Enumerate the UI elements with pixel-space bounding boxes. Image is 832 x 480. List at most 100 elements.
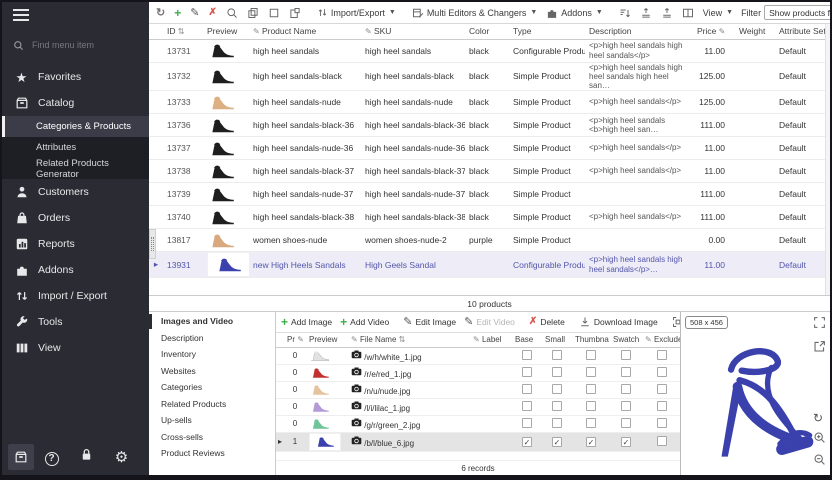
sidebar-item-reports[interactable]: Reports: [2, 231, 149, 257]
checkbox-exclude[interactable]: [657, 401, 667, 411]
collapse-rows-button[interactable]: [658, 5, 676, 21]
column-header-preview[interactable]: Preview: [306, 333, 348, 347]
add-button[interactable]: +: [171, 4, 184, 22]
checkbox-small[interactable]: [552, 350, 562, 360]
checkbox-exclude[interactable]: [657, 350, 667, 360]
copy-button[interactable]: [244, 5, 262, 21]
column-header-attribute-set-name[interactable]: Attribute Set Name: [775, 24, 825, 39]
product-row-13731[interactable]: 13731high heel sandalshigh heel sandalsb…: [149, 39, 825, 62]
footer-catalog-button[interactable]: [8, 444, 34, 470]
tab-related-products[interactable]: Related Products: [149, 396, 275, 413]
delete-button[interactable]: ✗Delete: [526, 315, 568, 329]
search-button[interactable]: [223, 5, 241, 21]
image-row[interactable]: 0 /w/h/white_1.jpg: [276, 347, 682, 364]
column-header-swatch[interactable]: Swatch: [610, 333, 642, 347]
sidebar-search[interactable]: [2, 32, 149, 58]
checkbox-base[interactable]: [522, 418, 532, 428]
add-video-button[interactable]: +Add Video: [337, 314, 392, 330]
checkbox-swatch[interactable]: [621, 350, 631, 360]
checkbox-base[interactable]: [522, 401, 532, 411]
product-row-13737[interactable]: 13737high heel sandals-nude-36high heel …: [149, 137, 825, 160]
menu-view[interactable]: View▼: [700, 6, 736, 20]
checkbox-base[interactable]: [522, 350, 532, 360]
zoom-in-button[interactable]: [813, 431, 826, 449]
menu-search-input[interactable]: [30, 39, 130, 51]
checkbox-thumbnail[interactable]: [586, 367, 596, 377]
column-settings-button[interactable]: [679, 5, 697, 21]
checkbox-swatch[interactable]: ✓: [621, 437, 631, 447]
sidebar-item-addons[interactable]: Addons: [2, 257, 149, 283]
image-row[interactable]: ▸1 /b/l/blue_6.jpg✓✓✓✓: [276, 432, 682, 451]
column-header-preview[interactable]: Preview: [203, 24, 249, 39]
filter-select[interactable]: Show products from selected categories▼: [764, 5, 832, 20]
column-header-id[interactable]: ID ⇅: [163, 24, 203, 39]
checkbox-thumbnail[interactable]: [586, 350, 596, 360]
checkbox-swatch[interactable]: [621, 401, 631, 411]
column-header-description[interactable]: Description: [585, 24, 693, 39]
column-header-price[interactable]: Price ✎: [693, 24, 735, 39]
column-header-sku[interactable]: ✎ SKU: [361, 24, 465, 39]
product-row-13817[interactable]: 13817women shoes-nudewomen shoes-nude-2p…: [149, 229, 825, 252]
column-header-pr[interactable]: Pr ✎: [284, 333, 306, 347]
column-header-thumbna[interactable]: Thumbna: [572, 333, 610, 347]
checkbox-base[interactable]: [522, 367, 532, 377]
checkbox-base[interactable]: [522, 384, 532, 394]
tab-inventory[interactable]: Inventory: [149, 346, 275, 363]
footer-help-button[interactable]: ?: [34, 448, 69, 466]
tab-description[interactable]: Description: [149, 330, 275, 347]
product-row-13931[interactable]: ▸13931new High Heels SandalsHigh Geels S…: [149, 252, 825, 278]
preview-image[interactable]: [681, 312, 830, 475]
tab-cross-sells[interactable]: Cross-sells: [149, 429, 275, 446]
sidebar-item-attributes[interactable]: Attributes: [2, 137, 149, 158]
checkbox-small[interactable]: [552, 418, 562, 428]
checkbox-swatch[interactable]: [621, 367, 631, 377]
column-header-small[interactable]: Small: [542, 333, 572, 347]
tab-websites[interactable]: Websites: [149, 363, 275, 380]
checkbox-base[interactable]: ✓: [522, 437, 532, 447]
tab-images-and-video[interactable]: Images and Video: [149, 313, 275, 330]
checkbox-swatch[interactable]: [621, 384, 631, 394]
tab-product-reviews[interactable]: Product Reviews: [149, 445, 275, 462]
sidebar-splitter-handle[interactable]: [149, 229, 156, 259]
column-header-product-name[interactable]: ✎ Product Name: [249, 24, 361, 39]
sidebar-item-orders[interactable]: Orders: [2, 205, 149, 231]
product-row-13740[interactable]: 13740high heel sandals-black-38high heel…: [149, 206, 825, 229]
image-row[interactable]: 0 /l/i/lilac_1.jpg: [276, 398, 682, 415]
add-image-button[interactable]: +Add Image: [278, 314, 335, 330]
sidebar-item-tools[interactable]: Tools: [2, 309, 149, 335]
column-header-exclude[interactable]: ✎ Exclude: [642, 333, 682, 347]
zoom-out-button[interactable]: [813, 453, 826, 471]
sidebar-item-import-export[interactable]: Import / Export: [2, 283, 149, 309]
edit-button[interactable]: ✎: [187, 4, 202, 21]
menu-addons[interactable]: Addons▼: [543, 5, 605, 21]
tab-categories[interactable]: Categories: [149, 379, 275, 396]
product-row-13739[interactable]: 13739high heel sandals-nude-37high heel …: [149, 183, 825, 206]
product-row-13736[interactable]: 13736high heel sandals-black-36high heel…: [149, 114, 825, 137]
checkbox-small[interactable]: [552, 401, 562, 411]
sort-columns-button[interactable]: [616, 5, 634, 21]
edit-video-button[interactable]: ✎Edit Video: [461, 315, 518, 330]
expand-rows-button[interactable]: [637, 5, 655, 21]
hamburger-menu-icon[interactable]: [13, 9, 29, 21]
paste-button[interactable]: [286, 5, 304, 21]
product-row-13738[interactable]: 13738high heel sandals-black-37high heel…: [149, 160, 825, 183]
sidebar-item-customers[interactable]: Customers: [2, 179, 149, 205]
checkbox-exclude[interactable]: [657, 367, 667, 377]
vertical-scrollbar[interactable]: [825, 24, 830, 295]
footer-gear-button[interactable]: ⚙: [104, 448, 139, 467]
open-external-button[interactable]: [813, 340, 826, 358]
checkbox-swatch[interactable]: [621, 418, 631, 428]
refresh-button[interactable]: ↻: [153, 4, 168, 21]
checkbox-small[interactable]: [552, 384, 562, 394]
checkbox-exclude[interactable]: [657, 384, 667, 394]
sidebar-item-catalog[interactable]: Catalog: [2, 90, 149, 116]
delete-button[interactable]: ✗: [205, 5, 219, 20]
footer-lock-button[interactable]: [69, 447, 104, 467]
image-row[interactable]: 0 /r/e/red_1.jpg: [276, 364, 682, 381]
checkbox-thumbnail[interactable]: [586, 384, 596, 394]
column-header-color[interactable]: Color: [465, 24, 509, 39]
image-row[interactable]: 0 /n/u/nude.jpg: [276, 381, 682, 398]
checkbox-thumbnail[interactable]: [586, 418, 596, 428]
checkbox-exclude[interactable]: [657, 436, 667, 446]
edit-image-button[interactable]: ✎Edit Image: [400, 315, 459, 330]
